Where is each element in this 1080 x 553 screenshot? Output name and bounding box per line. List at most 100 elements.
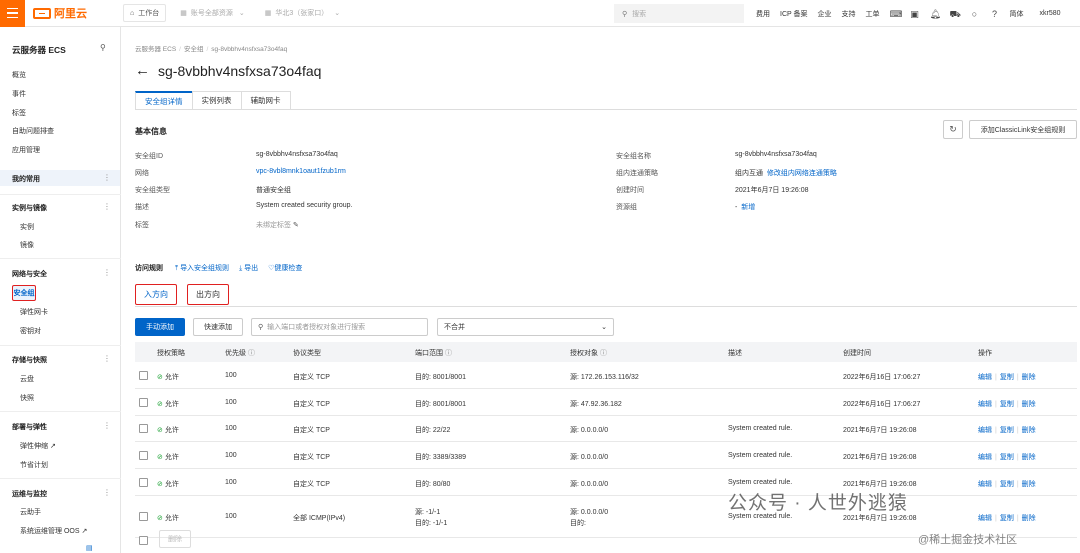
vpc-link[interactable]: vpc-8vbl8mnk1oaut1fzub1rm [256, 168, 346, 175]
link-enterprise[interactable]: 企业 [818, 9, 832, 19]
sidebar-item-image[interactable]: 镜像 [20, 240, 34, 250]
language-selector[interactable]: 简体 [1010, 9, 1024, 19]
sidebar-item-oos[interactable]: 系统运维管理 OOS ↗ [20, 526, 87, 536]
more-icon[interactable]: ⋮ [103, 202, 111, 211]
account-selector[interactable]: ▦ 账号全部资源 ⌄ [174, 4, 251, 22]
edit-rule-link[interactable]: 编辑 [978, 515, 992, 522]
sidebar-item-tags[interactable]: 标签 [12, 108, 26, 118]
more-icon[interactable]: ⋮ [103, 268, 111, 277]
link-ticket[interactable]: 工单 [866, 9, 880, 19]
row-checkbox[interactable] [139, 478, 148, 487]
workbench-button[interactable]: ⌂ 工作台 [123, 4, 167, 22]
global-search-input[interactable]: ⚲ 搜索 [614, 4, 744, 23]
divider [0, 345, 121, 346]
delete-rule-link[interactable]: 删除 [1022, 374, 1036, 381]
quick-add-button[interactable]: 快速添加 [193, 318, 243, 336]
bell-icon[interactable]: 🔔︎ [930, 9, 941, 19]
manual-add-button[interactable]: 手动添加 [135, 318, 185, 336]
sidebar-item-self-diagnose[interactable]: 自助问题排查 [12, 126, 54, 136]
tab-sg-detail[interactable]: 安全组详情 [135, 91, 193, 110]
more-icon[interactable]: ⋮ [103, 488, 111, 497]
edit-rule-link[interactable]: 编辑 [978, 401, 992, 408]
import-rules-link[interactable]: ⤒ 导入安全组规则 [175, 263, 229, 273]
edit-rule-link[interactable]: 编辑 [978, 454, 992, 461]
health-check-label: 健康检查 [274, 265, 303, 272]
export-link[interactable]: ⤓ 导出 [239, 263, 258, 273]
tab-inbound[interactable]: 入方向 [135, 284, 177, 305]
sidebar-item-cloud-assistant[interactable]: 云助手 [20, 507, 41, 517]
refresh-button[interactable]: ↻ [943, 120, 963, 139]
row-checkbox[interactable] [139, 424, 148, 433]
back-arrow-icon[interactable]: ← [135, 62, 150, 79]
sidebar-group-storage[interactable]: 存储与快照 [12, 355, 47, 365]
logo[interactable]: 阿里云 [33, 5, 123, 21]
sidebar-group-ops[interactable]: 运维与监控 [12, 489, 47, 499]
edit-rule-link[interactable]: 编辑 [978, 481, 992, 488]
rule-search-input[interactable]: ⚲ 输入端口或者授权对象进行搜索 [251, 318, 428, 336]
copy-rule-link[interactable]: 复制 [1000, 515, 1014, 522]
link-support[interactable]: 支持 [842, 9, 856, 19]
more-icon[interactable]: ⋮ [103, 354, 111, 363]
more-icon[interactable]: ⋮ [103, 421, 111, 430]
sidebar-item-disk[interactable]: 云盘 [20, 374, 34, 384]
more-icon[interactable]: ⋮ [103, 173, 111, 182]
row-checkbox[interactable] [139, 512, 148, 521]
kv-value-resource-group: - 新增 [735, 202, 755, 212]
sidebar-group-instances[interactable]: 实例与镜像 [12, 203, 47, 213]
link-fee[interactable]: 费用 [756, 9, 770, 19]
sidebar-group-favorites[interactable]: 我的常用 [12, 174, 40, 184]
delete-rule-link[interactable]: 删除 [1022, 515, 1036, 522]
bulb-icon[interactable]: ○ [970, 9, 980, 19]
sidebar-item-instance[interactable]: 实例 [20, 222, 34, 232]
link-icp[interactable]: ICP 备案 [780, 9, 808, 19]
menu-icon[interactable] [0, 0, 25, 27]
sidebar-item-autoscaling[interactable]: 弹性伸缩 ↗ [20, 441, 56, 451]
copy-rule-link[interactable]: 复制 [1000, 427, 1014, 434]
edit-icon[interactable]: ✎ [293, 222, 299, 229]
region-selector[interactable]: ▦ 华北3（张家口） ⌄ [259, 4, 346, 22]
select-all-checkbox[interactable] [139, 536, 148, 545]
sidebar-item-events[interactable]: 事件 [12, 89, 26, 99]
tab-secondary-eni[interactable]: 辅助网卡 [240, 91, 291, 110]
sidebar-item-keypair[interactable]: 密钥对 [20, 326, 41, 336]
row-checkbox[interactable] [139, 371, 148, 380]
sidebar-item-overview[interactable]: 概览 [12, 70, 26, 80]
sidebar-item-eni[interactable]: 弹性网卡 [20, 307, 48, 317]
cart-icon[interactable]: ⛟ [950, 9, 961, 19]
tab-outbound[interactable]: 出方向 [187, 284, 229, 305]
sidebar-item-app-mgmt[interactable]: 应用管理 [12, 145, 40, 155]
delete-rule-link[interactable]: 删除 [1022, 427, 1036, 434]
delete-rule-link[interactable]: 删除 [1022, 401, 1036, 408]
add-classiclink-button[interactable]: 添加ClassicLink安全组规则 [969, 120, 1077, 139]
copy-rule-link[interactable]: 复制 [1000, 454, 1014, 461]
breadcrumb-ecs[interactable]: 云服务器 ECS [135, 46, 176, 53]
merge-select[interactable]: 不合并 ⌄ [437, 318, 614, 336]
collapse-sidebar-icon[interactable]: ▤ [86, 544, 93, 552]
sidebar-item-savings-plan[interactable]: 节省计划 [20, 460, 48, 470]
sidebar-group-network[interactable]: 网络与安全 [12, 269, 47, 279]
delete-rule-link[interactable]: 删除 [1022, 481, 1036, 488]
copy-rule-link[interactable]: 复制 [1000, 401, 1014, 408]
image-icon[interactable]: ▣ [910, 9, 920, 19]
sidebar-group-deploy[interactable]: 部署与弹性 [12, 422, 47, 432]
row-checkbox[interactable] [139, 451, 148, 460]
add-resource-group-link[interactable]: 新增 [741, 204, 755, 211]
batch-delete-button[interactable]: 删除 [159, 530, 191, 548]
copy-rule-link[interactable]: 复制 [1000, 374, 1014, 381]
sidebar-item-snapshot[interactable]: 快照 [20, 393, 34, 403]
user-account[interactable]: xkr580 [1040, 10, 1061, 17]
edit-rule-link[interactable]: 编辑 [978, 427, 992, 434]
delete-rule-link[interactable]: 删除 [1022, 454, 1036, 461]
breadcrumb-security-group[interactable]: 安全组 [184, 46, 204, 53]
row-checkbox[interactable] [139, 398, 148, 407]
help-icon[interactable]: ? [990, 9, 1000, 19]
edit-rule-link[interactable]: 编辑 [978, 374, 992, 381]
copy-rule-link[interactable]: 复制 [1000, 481, 1014, 488]
modify-policy-link[interactable]: 修改组内网络连通策略 [767, 170, 837, 177]
search-icon[interactable]: ⚲ [100, 43, 106, 52]
cloud-shell-icon[interactable]: ⌨ [890, 9, 903, 19]
sidebar-item-security-group[interactable]: 安全组 [12, 285, 36, 301]
health-check-link[interactable]: ♡健康检查 [268, 263, 302, 273]
kv-label: 标签 [135, 222, 149, 229]
tab-instance-list[interactable]: 实例列表 [191, 91, 242, 110]
